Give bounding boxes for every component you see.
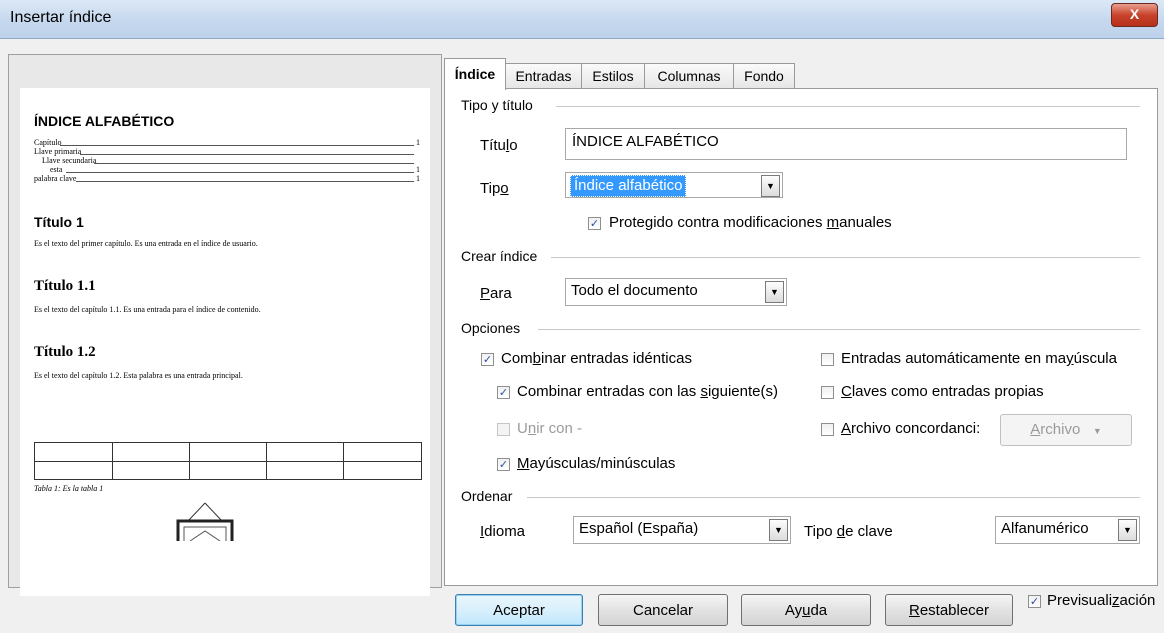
preview-entry: palabra clave [34, 174, 77, 183]
idioma-select-value: Español (España) [579, 520, 699, 537]
preview-paragraph: Es el texto del primer capítulo. Es una … [34, 239, 258, 248]
preview-entry: Llave primaria [34, 147, 82, 156]
tipo-clave-select-value: Alfanumérico [1001, 520, 1089, 537]
archivo-concordancia-label: Archivo concordanci: [841, 420, 981, 437]
combinar-identicas-label: Combinar entradas idénticas [501, 350, 692, 367]
tipo-select-value: Índice alfabético [570, 175, 687, 197]
idioma-label: Idioma [480, 523, 526, 540]
combinar-identicas-checkbox[interactable]: ✓ [481, 353, 494, 366]
tab-entradas[interactable]: Entradas [505, 63, 582, 88]
preview-page: ÍNDICE ALFABÉTICO Capítulo 1 Llave prima… [20, 88, 430, 596]
tab-fondo[interactable]: Fondo [733, 63, 795, 88]
ayuda-button[interactable]: Ayuda [741, 594, 871, 626]
tipo-clave-select[interactable]: Alfanumérico ▼ [995, 516, 1140, 544]
unir-con-checkbox[interactable] [497, 423, 510, 436]
preview-entry: esta [50, 165, 63, 174]
preview-table [34, 442, 422, 480]
combinar-siguientes-checkbox[interactable]: ✓ [497, 386, 510, 399]
aceptar-button[interactable]: Aceptar [455, 594, 583, 626]
previsualizacion-checkbox[interactable]: ✓ [1028, 595, 1041, 608]
auto-mayuscula-label: Entradas automáticamente en mayúscula [841, 350, 1117, 367]
tab-indice[interactable]: Índice [444, 58, 506, 90]
preview-paragraph: Es el texto del capítulo 1.1. Es una ent… [34, 305, 261, 314]
chevron-down-icon[interactable]: ▼ [1118, 519, 1137, 541]
close-button[interactable]: X [1111, 3, 1158, 27]
chevron-down-icon[interactable]: ▼ [769, 519, 788, 541]
section-ordenar: Ordenar [461, 488, 513, 504]
preview-image-icon [176, 502, 234, 541]
tipo-clave-label: Tipo de clave [804, 523, 893, 540]
chevron-down-icon[interactable]: ▼ [761, 175, 780, 197]
archivo-button[interactable]: Archivo ▼ [1000, 414, 1132, 446]
section-tipo-titulo: Tipo y título [461, 97, 533, 113]
titulo-label: Título [480, 137, 518, 154]
tipo-label: Tipo [480, 180, 509, 197]
previsualizacion-label: Previsualización [1047, 592, 1156, 609]
para-select-value: Todo el documento [571, 282, 698, 299]
cancelar-button[interactable]: Cancelar [598, 594, 728, 626]
preview-entry: Llave secundaria [42, 156, 97, 165]
tipo-select[interactable]: Índice alfabético ▼ [565, 172, 783, 198]
chevron-down-icon: ▼ [1092, 426, 1102, 436]
para-select[interactable]: Todo el documento ▼ [565, 278, 787, 306]
preview-heading: Título 1.2 [34, 344, 96, 360]
preview-entry-page: 1 [416, 165, 420, 174]
mayusculas-label: Mayúsculas/minúsculas [517, 455, 676, 472]
unir-con-label: Unir con - [517, 420, 583, 437]
mayusculas-checkbox[interactable]: ✓ [497, 458, 510, 471]
claves-propias-checkbox[interactable] [821, 386, 834, 399]
claves-propias-label: Claves como entradas propias [841, 383, 1044, 400]
tab-columnas[interactable]: Columnas [644, 63, 734, 88]
chevron-down-icon[interactable]: ▼ [765, 281, 784, 303]
titulo-input[interactable]: ÍNDICE ALFABÉTICO [565, 128, 1127, 160]
restablecer-button[interactable]: Restablecer [885, 594, 1013, 626]
preview-entry-page: 1 [416, 138, 420, 147]
section-opciones: Opciones [461, 320, 521, 336]
auto-mayuscula-checkbox[interactable] [821, 353, 834, 366]
idioma-select[interactable]: Español (España) ▼ [573, 516, 791, 544]
preview-paragraph: Es el texto del capítulo 1.2. Esta palab… [34, 371, 243, 380]
para-label: Para [480, 285, 512, 302]
preview-heading: Título 1.1 [34, 278, 96, 294]
preview-heading: Título 1 [34, 214, 84, 230]
preview-index-title: ÍNDICE ALFABÉTICO [34, 113, 175, 129]
window-title: Insertar índice [10, 9, 112, 26]
section-crear-indice: Crear índice [461, 248, 538, 264]
preview-table-caption: Tabla 1: Es la tabla 1 [34, 484, 104, 493]
combinar-siguientes-label: Combinar entradas con las siguiente(s) [517, 383, 778, 400]
tab-estilos[interactable]: Estilos [581, 63, 645, 88]
tab-panel [444, 88, 1158, 586]
protegido-label: Protegido contra modificaciones manuales [609, 214, 892, 231]
preview-entry: Capítulo [34, 138, 62, 147]
title-bar: Insertar índice X [0, 0, 1164, 39]
preview-entry-page: 1 [416, 174, 420, 183]
archivo-concordancia-checkbox[interactable] [821, 423, 834, 436]
protegido-checkbox[interactable]: ✓ [588, 217, 601, 230]
